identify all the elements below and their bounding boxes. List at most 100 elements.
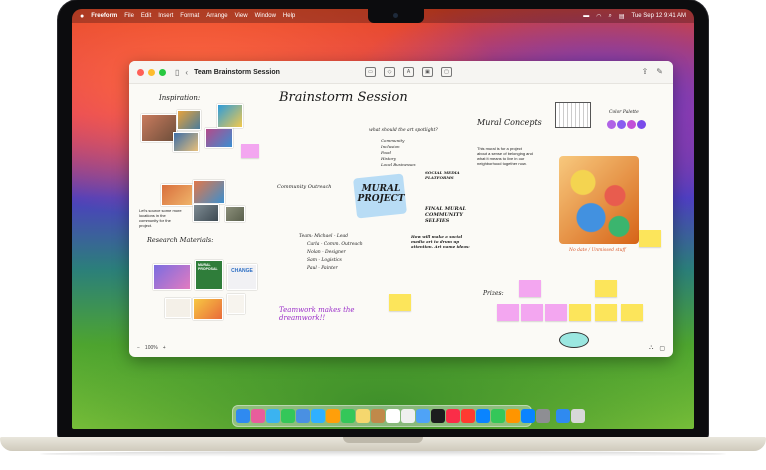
menu-view[interactable]: View [235,13,248,19]
palette-swatch-4[interactable] [637,120,646,129]
prize-sticky-3[interactable] [521,304,543,321]
control-center-icon[interactable]: ▤ [619,13,625,20]
palette-swatch-2[interactable] [617,120,626,129]
edit-icon[interactable]: ✎ [656,67,663,76]
sidebar-toggle-icon[interactable]: ▯ [175,68,179,77]
maps-icon[interactable] [311,409,325,423]
prize-sticky-6[interactable] [595,280,617,297]
inspiration-photo-3[interactable] [173,132,199,152]
pages-icon[interactable] [506,409,520,423]
sticky-note-center[interactable] [389,294,411,311]
notes-icon[interactable] [401,409,415,423]
location-note[interactable]: Let's source some more locations in the … [139,208,183,228]
menu-edit[interactable]: Edit [141,13,151,19]
research-card-change[interactable]: CHANGE [227,264,257,290]
minimize-button[interactable] [148,68,155,76]
media-tool-icon[interactable]: ▣ [422,67,433,77]
file-tool-icon[interactable]: ▢ [441,67,452,77]
fullscreen-icon[interactable]: ▢ [659,345,665,352]
safari-icon[interactable] [266,409,280,423]
sticky-note-right[interactable] [639,230,661,247]
menu-file[interactable]: File [124,13,134,19]
zoom-in-button[interactable]: + [163,345,166,351]
shape-tool-icon[interactable]: ◇ [384,67,395,77]
settings-icon[interactable] [536,409,550,423]
zoom-out-button[interactable]: − [137,345,140,351]
teamwork-note: Teamwork makes the dreamwork!! [279,306,355,322]
prize-sticky-7[interactable] [595,304,617,321]
board-canvas[interactable]: Inspiration: Let's source some more loca… [129,84,673,357]
messages-icon[interactable] [281,409,295,423]
share-icon[interactable]: ⇪ [642,67,649,76]
menu-help[interactable]: Help [283,13,295,19]
menu-format[interactable]: Format [180,13,199,19]
reminders-icon[interactable] [386,409,400,423]
prize-sticky-2[interactable] [497,304,519,321]
research-card-mural-proposal[interactable]: MURAL PROPOSAL [195,260,223,290]
mail-icon[interactable] [296,409,310,423]
palette-swatch-1[interactable] [607,120,616,129]
inspiration-photo-1[interactable] [141,114,177,142]
zoom-controls: − 100% + [137,345,166,351]
team-member-painter: Paul - Painter [307,266,338,271]
wifi-icon[interactable]: ◠ [596,13,601,20]
menu-arrange[interactable]: Arrange [206,13,227,19]
keynote-icon[interactable] [476,409,490,423]
spotlight-item-inclusion: Inclusion [381,144,400,149]
menu-app-name[interactable]: Freeform [91,13,117,19]
prize-sticky-8[interactable] [621,304,643,321]
menu-insert[interactable]: Insert [158,13,173,19]
downloads-icon[interactable] [556,409,570,423]
zoom-button[interactable] [159,68,166,76]
launchpad-icon[interactable] [251,409,265,423]
team-member-lead: Team: Michael - Lead [299,234,349,239]
note-tool-icon[interactable]: ▭ [365,67,376,77]
search-icon[interactable]: ⌕ [608,13,611,20]
location-photo-1[interactable] [161,184,193,206]
research-card-6[interactable] [227,294,245,314]
back-chevron-icon[interactable]: ‹ [185,68,188,77]
numbers-icon[interactable] [491,409,505,423]
music-icon[interactable] [446,409,460,423]
prize-sticky-4[interactable] [545,304,567,321]
inspiration-photo-4[interactable] [205,128,233,148]
sketch-building[interactable] [555,102,591,128]
mural-artwork[interactable] [559,156,639,244]
collaborate-icon[interactable]: ⛬ [649,345,653,352]
project-description[interactable]: This mural is for a project about a sens… [477,146,533,166]
freeform-icon[interactable] [416,409,430,423]
menu-clock[interactable]: Tue Sep 12 9:41 AM [632,13,686,19]
finder-icon[interactable] [236,409,250,423]
prize-sticky-5[interactable] [569,304,591,321]
calendar-icon[interactable] [356,409,370,423]
board-title: Team Brainstorm Session [194,68,280,76]
menu-window[interactable]: Window [255,13,276,19]
prize-sticky-1[interactable] [519,280,541,297]
photos-icon[interactable] [326,409,340,423]
inspiration-photo-2[interactable] [177,110,201,130]
inspiration-photo-5[interactable] [217,104,243,128]
battery-icon[interactable]: ▬ [583,13,589,19]
news-icon[interactable] [461,409,475,423]
final-mural-note: FINAL MURAL COMMUNITY SELFIES [425,206,467,224]
palette-swatch-3[interactable] [627,120,636,129]
inspiration-sticky[interactable] [241,144,259,158]
trash-icon[interactable] [571,409,585,423]
facetime-icon[interactable] [341,409,355,423]
text-tool-icon[interactable]: A [403,67,414,77]
location-photo-2[interactable] [193,180,225,204]
location-photo-4[interactable] [225,206,245,222]
contacts-icon[interactable] [371,409,385,423]
zoom-level[interactable]: 100% [145,345,158,351]
research-card-5[interactable] [193,298,223,320]
apple-menu-icon[interactable]: ● [80,13,84,20]
tv-icon[interactable] [431,409,445,423]
highlight-bubble[interactable] [559,332,589,348]
research-card-1[interactable] [153,264,191,290]
research-card-4[interactable] [165,298,191,318]
inspiration-heading: Inspiration: [159,94,201,102]
app-store-icon[interactable] [521,409,535,423]
close-button[interactable] [137,68,144,76]
laptop-base [0,437,766,470]
location-photo-3[interactable] [193,204,219,222]
